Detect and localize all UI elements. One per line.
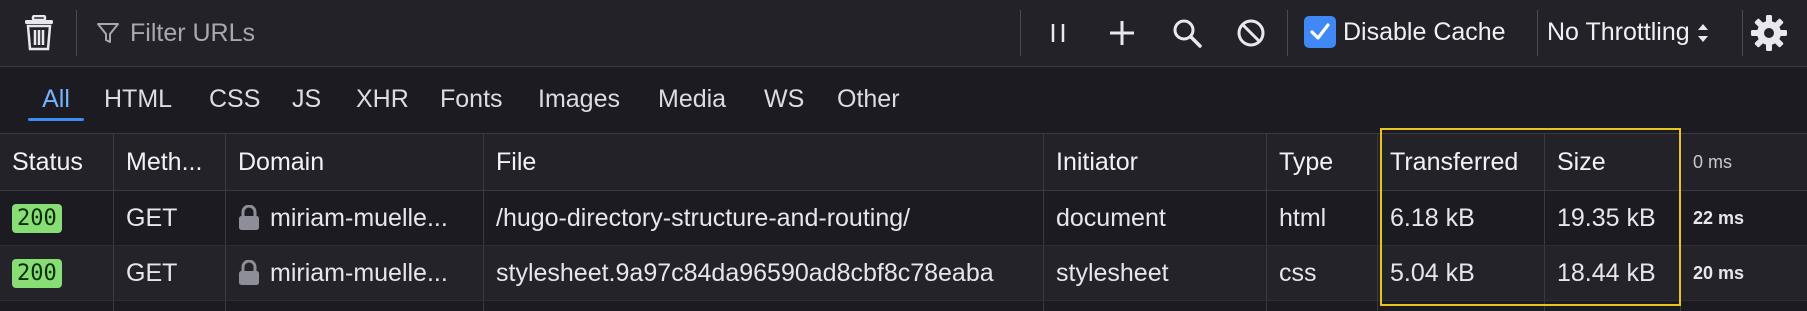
block-icon[interactable] xyxy=(1233,16,1269,50)
domain-cell: miriam-muelle... xyxy=(226,191,484,245)
disable-cache-label[interactable]: Disable Cache xyxy=(1343,18,1506,47)
status-cell: 200 xyxy=(0,191,114,245)
transferred-cell xyxy=(1378,301,1545,311)
file-cell xyxy=(484,301,1044,311)
filter-urls-input[interactable]: Filter URLs xyxy=(96,0,1016,66)
type-cell: html xyxy=(1267,191,1378,245)
domain-cell: miriam-muelle... xyxy=(226,246,484,300)
network-toolbar: Filter URLs Disable Cache No Throttling xyxy=(0,0,1807,67)
search-icon[interactable] xyxy=(1169,16,1205,50)
tab-html[interactable]: HTML xyxy=(104,79,172,119)
tab-ws[interactable]: WS xyxy=(764,79,804,119)
size-cell: 19.35 kB xyxy=(1545,191,1681,245)
disable-cache-checkbox[interactable] xyxy=(1304,16,1336,48)
table-row[interactable]: 200 GET miriam-muelle... /hugo-directory… xyxy=(0,191,1807,246)
file-cell: /hugo-directory-structure-and-routing/ xyxy=(484,191,1044,245)
domain-text: miriam-muelle... xyxy=(270,203,448,232)
requests-table-header: Status Meth... Domain File Initiator Typ… xyxy=(0,134,1807,191)
toolbar-separator xyxy=(1742,10,1743,56)
file-cell: stylesheet.9a97c84da96590ad8cbf8c78eaba xyxy=(484,246,1044,300)
toolbar-separator xyxy=(1020,10,1021,56)
domain-text: miriam-muelle... xyxy=(270,258,448,287)
column-header-domain[interactable]: Domain xyxy=(226,134,484,190)
plus-icon[interactable] xyxy=(1104,16,1140,50)
tab-media[interactable]: Media xyxy=(658,79,726,119)
column-header-method[interactable]: Meth... xyxy=(114,134,226,190)
status-badge: 200 xyxy=(12,203,62,233)
method-cell: GET xyxy=(114,191,226,245)
tab-js[interactable]: JS xyxy=(292,79,321,119)
throttling-value: No Throttling xyxy=(1547,18,1690,46)
tab-other[interactable]: Other xyxy=(837,79,900,119)
table-row[interactable] xyxy=(0,301,1807,311)
timing-value: 22 ms xyxy=(1693,207,1745,228)
pause-icon[interactable] xyxy=(1040,16,1076,50)
throttling-select[interactable]: No Throttling xyxy=(1547,18,1710,47)
transferred-cell: 6.18 kB xyxy=(1378,191,1545,245)
initiator-cell xyxy=(1044,301,1267,311)
tab-xhr[interactable]: XHR xyxy=(356,79,409,119)
column-header-size[interactable]: Size xyxy=(1545,134,1681,190)
select-arrows-icon xyxy=(1696,21,1710,45)
transferred-cell: 5.04 kB xyxy=(1378,246,1545,300)
gear-icon[interactable] xyxy=(1748,12,1790,54)
column-header-file[interactable]: File xyxy=(484,134,1044,190)
type-cell xyxy=(1267,301,1378,311)
initiator-cell: stylesheet xyxy=(1044,246,1267,300)
tab-css[interactable]: CSS xyxy=(209,79,260,119)
status-cell: 200 xyxy=(0,246,114,300)
table-row[interactable]: 200 GET miriam-muelle... stylesheet.9a97… xyxy=(0,246,1807,301)
method-cell: GET xyxy=(114,246,226,300)
column-header-transferred[interactable]: Transferred xyxy=(1378,134,1545,190)
size-cell xyxy=(1545,301,1681,311)
column-header-timeline[interactable]: 0 ms xyxy=(1681,134,1807,190)
initiator-cell: document xyxy=(1044,191,1267,245)
filter-placeholder: Filter URLs xyxy=(130,18,256,47)
column-header-type[interactable]: Type xyxy=(1267,134,1378,190)
filter-icon xyxy=(96,21,120,45)
type-cell: css xyxy=(1267,246,1378,300)
tab-fonts[interactable]: Fonts xyxy=(440,79,503,119)
toolbar-separator xyxy=(1537,10,1538,56)
timing-cell: 22 ms xyxy=(1681,191,1807,245)
column-header-status[interactable]: Status xyxy=(0,134,114,190)
size-cell: 18.44 kB xyxy=(1545,246,1681,300)
toolbar-separator xyxy=(1287,10,1288,56)
timing-value: 20 ms xyxy=(1693,262,1745,283)
lock-icon xyxy=(238,260,260,286)
toolbar-separator xyxy=(76,10,77,56)
domain-cell xyxy=(226,301,484,311)
status-badge: 200 xyxy=(12,258,62,288)
method-cell xyxy=(114,301,226,311)
timeline-scale-label: 0 ms xyxy=(1693,151,1733,172)
request-type-tabs: All HTML CSS JS XHR Fonts Images Media W… xyxy=(0,67,1807,134)
column-header-initiator[interactable]: Initiator xyxy=(1044,134,1267,190)
status-cell xyxy=(0,301,114,311)
trash-icon[interactable] xyxy=(18,12,60,54)
timing-cell: 20 ms xyxy=(1681,246,1807,300)
tab-all[interactable]: All xyxy=(28,79,84,121)
tab-images[interactable]: Images xyxy=(538,79,620,119)
lock-icon xyxy=(238,205,260,231)
